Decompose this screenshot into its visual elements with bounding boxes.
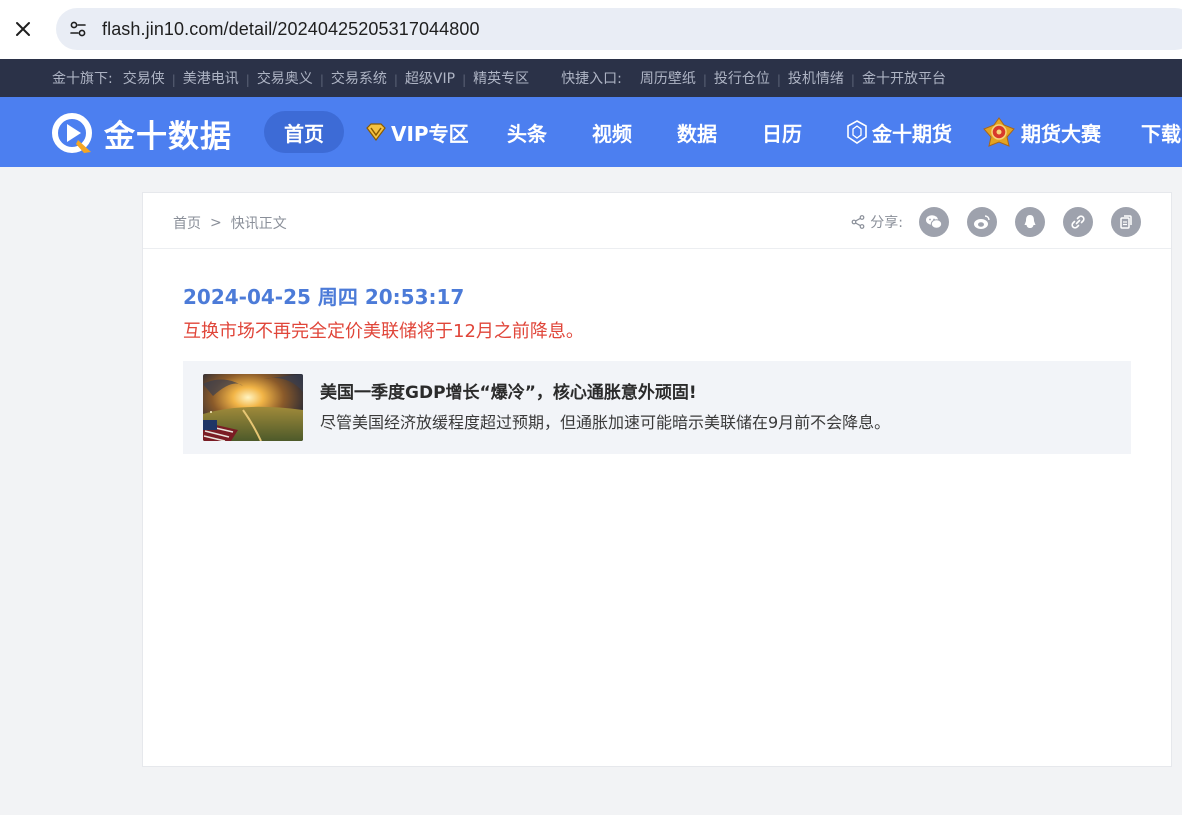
group-link[interactable]: 美港电讯 [183, 68, 239, 88]
wechat-icon[interactable] [919, 207, 949, 237]
quick-link[interactable]: 周历壁纸 [640, 68, 696, 88]
medal-icon [980, 115, 1018, 149]
divider: | [319, 73, 324, 87]
share-bar: 分享: [851, 207, 1141, 237]
nav-label: VIP专区 [391, 121, 469, 146]
nav-vip[interactable]: VIP专区 [364, 111, 469, 153]
related-article-thumbnail [203, 374, 303, 441]
share-text: 分享: [870, 215, 903, 231]
quick-link[interactable]: 金十开放平台 [862, 68, 946, 88]
breadcrumb: 首页 > 快讯正文 [173, 213, 287, 233]
nav-label: 金十期货 [872, 121, 952, 146]
futures-icon [845, 119, 869, 145]
vip-diamond-icon [364, 122, 388, 142]
nav-futures[interactable]: 金十期货 [845, 111, 952, 153]
breadcrumb-separator: > [210, 215, 222, 231]
related-article-summary: 尽管美国经济放缓程度超过预期，但通胀加速可能暗示美联储在9月前不会降息。 [320, 413, 891, 432]
group-links: 金十旗下: 交易侠 | 美港电讯 | 交易奥义 | 交易系统 | 超级VIP |… [52, 68, 529, 88]
divider: | [245, 73, 250, 87]
nav-label: 首页 [284, 121, 324, 146]
nav-label: 下载 [1141, 121, 1181, 146]
link-icon[interactable] [1063, 207, 1093, 237]
group-link[interactable]: 交易系统 [331, 68, 387, 88]
nav-label: 日历 [762, 121, 802, 146]
nav-video[interactable]: 视频 [592, 111, 632, 153]
quick-label: 快捷入口: [561, 71, 622, 87]
weibo-icon[interactable] [967, 207, 997, 237]
nav-home[interactable]: 首页 [264, 111, 344, 153]
main-nav: 金十数据 首页 VIP专区 头条 视频 数据 日历 金十期货 期货大赛 下载 [0, 97, 1182, 167]
flash-card: 首页 > 快讯正文 分享: 2024-04-25 周四 20:53:17 互换市… [142, 192, 1172, 767]
nav-label: 数据 [677, 121, 717, 146]
nav-label: 视频 [592, 121, 632, 146]
share-icon [851, 215, 865, 229]
flash-content: 互换市场不再完全定价美联储将于12月之前降息。 [183, 321, 584, 342]
share-label: 分享: [851, 212, 903, 232]
divider: | [462, 73, 467, 87]
flash-timestamp: 2024-04-25 周四 20:53:17 [183, 285, 465, 309]
divider: | [702, 73, 707, 87]
card-header: 首页 > 快讯正文 分享: [143, 193, 1171, 249]
address-bar[interactable]: flash.jin10.com/detail/20240425205317044… [56, 8, 1182, 50]
group-link[interactable]: 交易奥义 [257, 68, 313, 88]
group-label: 金十旗下: [52, 71, 113, 87]
group-link[interactable]: 交易侠 [123, 68, 165, 88]
nav-calendar[interactable]: 日历 [762, 111, 802, 153]
jin10-logo[interactable]: 金十数据 [51, 111, 232, 156]
url-text[interactable]: flash.jin10.com/detail/20240425205317044… [102, 19, 480, 40]
breadcrumb-home[interactable]: 首页 [173, 213, 201, 233]
logo-text: 金十数据 [104, 119, 232, 155]
close-icon[interactable] [10, 16, 36, 42]
group-link[interactable]: 超级VIP [405, 68, 455, 88]
group-link[interactable]: 精英专区 [473, 68, 529, 88]
quick-link[interactable]: 投行仓位 [714, 68, 770, 88]
divider: | [850, 73, 855, 87]
nav-label: 头条 [507, 121, 547, 146]
nav-label: 期货大赛 [1021, 121, 1101, 146]
qq-icon[interactable] [1015, 207, 1045, 237]
nav-data[interactable]: 数据 [677, 111, 717, 153]
breadcrumb-current: 快讯正文 [230, 216, 287, 232]
nav-headlines[interactable]: 头条 [507, 111, 547, 153]
top-strip: 金十旗下: 交易侠 | 美港电讯 | 交易奥义 | 交易系统 | 超级VIP |… [0, 59, 1182, 97]
quick-links: 快捷入口: 周历壁纸 | 投行仓位 | 投机情绪 | 金十开放平台 [561, 68, 946, 88]
related-article-title: 美国一季度GDP增长“爆冷”，核心通胀意外顽固! [320, 383, 697, 403]
site-settings-icon[interactable] [58, 8, 98, 50]
related-article[interactable]: 美国一季度GDP增长“爆冷”，核心通胀意外顽固! 尽管美国经济放缓程度超过预期，… [183, 361, 1131, 454]
browser-toolbar: flash.jin10.com/detail/20240425205317044… [0, 0, 1182, 59]
nav-download[interactable]: 下载 [1141, 111, 1181, 153]
logo-icon [52, 112, 92, 153]
copy-icon[interactable] [1111, 207, 1141, 237]
quick-link[interactable]: 投机情绪 [788, 68, 844, 88]
nav-contest[interactable]: 期货大赛 [980, 111, 1101, 153]
divider: | [393, 73, 398, 87]
divider: | [776, 73, 781, 87]
divider: | [171, 73, 176, 87]
